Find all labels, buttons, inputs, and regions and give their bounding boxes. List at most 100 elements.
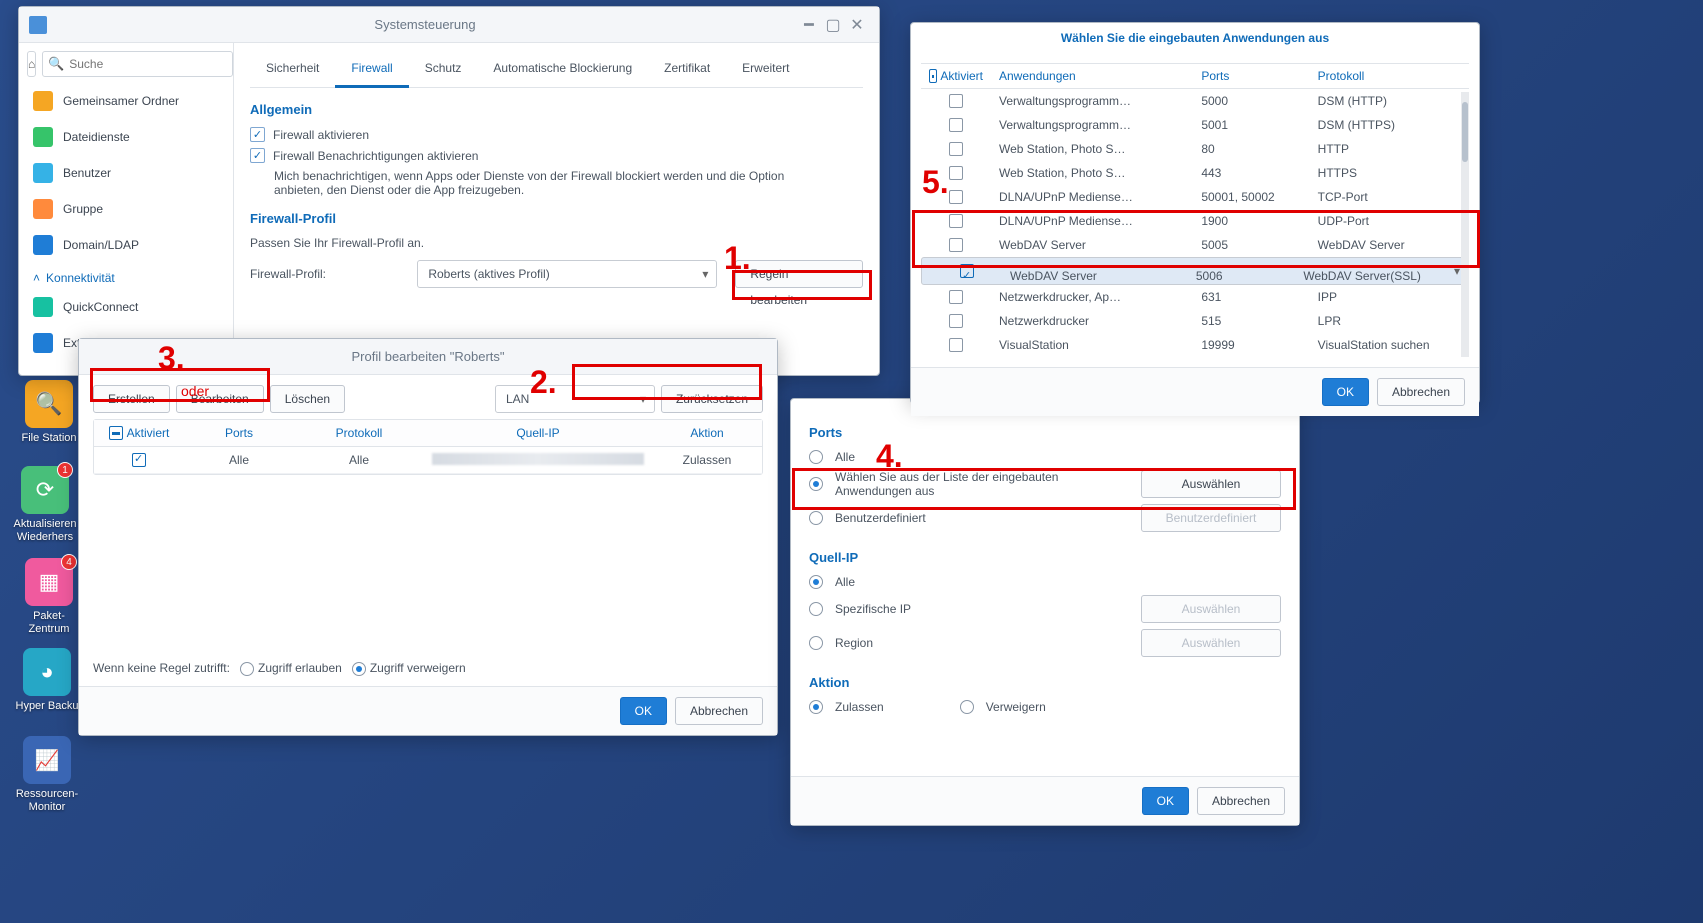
tab-firewall[interactable]: Firewall <box>335 51 408 88</box>
tab-protect[interactable]: Schutz <box>409 51 478 87</box>
app-icon <box>29 16 47 34</box>
annotation-box-2 <box>572 364 762 400</box>
sidebar-item-user[interactable]: Benutzer <box>27 155 225 191</box>
col-action[interactable]: Aktion <box>652 420 762 446</box>
delete-button[interactable]: Löschen <box>270 385 345 413</box>
ok-button[interactable]: OK <box>620 697 667 725</box>
section-srcip: Quell-IP <box>809 550 1281 565</box>
radio-deny[interactable] <box>352 662 366 676</box>
window-title: Wählen Sie die eingebauten Anwendungen a… <box>911 23 1479 53</box>
radio-ports-all[interactable] <box>809 450 823 464</box>
radio-ports-custom[interactable] <box>809 511 823 525</box>
close-button[interactable]: ✕ <box>845 13 869 37</box>
row-checkbox[interactable] <box>949 314 963 328</box>
home-button[interactable]: ⌂ <box>27 51 36 77</box>
row-checkbox[interactable] <box>949 290 963 304</box>
sidebar-item-filesvc[interactable]: Dateidienste <box>27 119 225 155</box>
desktop-icon-pkg[interactable]: ▦4 Paket-Zentrum <box>14 558 84 636</box>
magnifier-icon: 🔍 <box>35 391 62 417</box>
sidebar-item-group[interactable]: Gruppe <box>27 191 225 227</box>
sidebar-category: ˄Konnektivität <box>27 263 225 289</box>
specific-button: Auswählen <box>1141 595 1281 623</box>
annotation-box-3 <box>90 368 270 402</box>
row-checkbox[interactable] <box>949 190 963 204</box>
col-app[interactable]: Anwendungen <box>991 64 1193 88</box>
check-icon: ✓ <box>250 127 265 142</box>
arc-icon: ◕ <box>40 659 53 685</box>
col-ports[interactable]: Ports <box>1193 64 1309 88</box>
row-checkbox[interactable] <box>132 453 146 467</box>
col-src[interactable]: Quell-IP <box>424 420 652 446</box>
minimize-button[interactable]: ━ <box>797 13 821 37</box>
rule-edit-window: Ports Alle Wählen Sie aus der Liste der … <box>790 398 1300 826</box>
window-title: Profil bearbeiten "Roberts" <box>89 349 767 364</box>
maximize-button[interactable]: ▢ <box>821 13 845 37</box>
radio-action-allow[interactable] <box>809 700 823 714</box>
tab-advanced[interactable]: Erweitert <box>726 51 805 87</box>
desktop-icon-backup[interactable]: ◕ Hyper Backu <box>12 648 82 713</box>
window-title: Systemsteuerung <box>53 17 797 32</box>
row-checkbox[interactable] <box>949 118 963 132</box>
radio-action-deny[interactable] <box>960 700 974 714</box>
tab-autoblock[interactable]: Automatische Blockierung <box>477 51 648 87</box>
cancel-button[interactable]: Abbrechen <box>675 697 763 725</box>
cancel-button[interactable]: Abbrechen <box>1377 378 1465 406</box>
folder-icon <box>33 91 53 111</box>
row-checkbox[interactable] <box>949 166 963 180</box>
col-proto[interactable]: Protokoll <box>1310 64 1469 88</box>
profile-desc: Passen Sie Ihr Firewall-Profil an. <box>250 236 863 250</box>
profile-select[interactable]: Roberts (aktives Profil) <box>417 260 717 288</box>
ok-button[interactable]: OK <box>1322 378 1369 406</box>
row-checkbox[interactable] <box>949 142 963 156</box>
header-checkbox[interactable] <box>929 69 937 83</box>
radio-allow[interactable] <box>240 662 254 676</box>
chevron-up-icon: ˄ <box>33 271 40 285</box>
table-row[interactable]: Alle Alle Zulassen <box>94 447 762 474</box>
sidebar-item-shared[interactable]: Gemeinsamer Ordner <box>27 83 225 119</box>
checkbox-fw-enable[interactable]: ✓Firewall aktivieren <box>250 127 863 142</box>
chart-icon: 📈 <box>35 748 60 773</box>
profile-label: Firewall-Profil: <box>250 267 399 281</box>
tab-cert[interactable]: Zertifikat <box>648 51 726 87</box>
table-row[interactable]: Netzwerkdrucker515LPR <box>921 309 1469 333</box>
sidebar-item-domain[interactable]: Domain/LDAP <box>27 227 225 263</box>
user-icon <box>33 163 53 183</box>
annotation-2: 2. <box>530 364 557 401</box>
row-checkbox[interactable] <box>949 94 963 108</box>
table-row[interactable]: DLNA/UPnP Mediense…50001, 50002TCP-Port <box>921 185 1469 209</box>
radio-src-region[interactable] <box>809 636 823 650</box>
section-profile: Firewall-Profil <box>250 211 863 226</box>
sidebar-item-quickconnect[interactable]: QuickConnect <box>27 289 225 325</box>
col-proto[interactable]: Protokoll <box>294 420 424 446</box>
desktop-icon-monitor[interactable]: 📈 Ressourcen-Monitor <box>12 736 82 814</box>
tab-security[interactable]: Sicherheit <box>250 51 335 87</box>
check-icon: ✓ <box>250 148 265 163</box>
link-icon <box>33 297 53 317</box>
table-row[interactable]: Verwaltungsprogramm…5001DSM (HTTPS) <box>921 113 1469 137</box>
cancel-button[interactable]: Abbrechen <box>1197 787 1285 815</box>
search-input[interactable] <box>42 51 233 77</box>
row-checkbox[interactable] <box>949 338 963 352</box>
radio-src-specific[interactable] <box>809 602 823 616</box>
search-icon: 🔍 <box>48 56 64 72</box>
section-action: Aktion <box>809 675 1281 690</box>
notify-desc: Mich benachrichtigen, wenn Apps oder Die… <box>274 169 834 197</box>
table-row[interactable]: Verwaltungsprogramm…5000DSM (HTTP) <box>921 89 1469 113</box>
table-row[interactable]: VisualStation19999VisualStation suchen <box>921 333 1469 357</box>
table-row[interactable]: Web Station, Photo S…80HTTP <box>921 137 1469 161</box>
file-icon <box>33 127 53 147</box>
col-ports[interactable]: Ports <box>184 420 294 446</box>
checkbox-fw-notify[interactable]: ✓Firewall Benachrichtigungen aktivieren <box>250 148 863 163</box>
annotation-box-4 <box>792 468 1296 510</box>
check-icon[interactable] <box>109 426 123 440</box>
tabs: Sicherheit Firewall Schutz Automatische … <box>250 51 863 88</box>
desktop-icon-updater[interactable]: ⟳1 Aktualisieren Wiederhers <box>10 466 80 544</box>
table-row[interactable]: Web Station, Photo S…443HTTPS <box>921 161 1469 185</box>
norule-label: Wenn keine Regel zutrifft: Zugriff erlau… <box>93 661 466 676</box>
refresh-icon: ⟳ <box>36 477 54 503</box>
ok-button[interactable]: OK <box>1142 787 1189 815</box>
desktop-icon-file-station[interactable]: 🔍 File Station <box>14 380 84 445</box>
globe-icon <box>33 333 53 353</box>
domain-icon <box>33 235 53 255</box>
radio-src-all[interactable] <box>809 575 823 589</box>
